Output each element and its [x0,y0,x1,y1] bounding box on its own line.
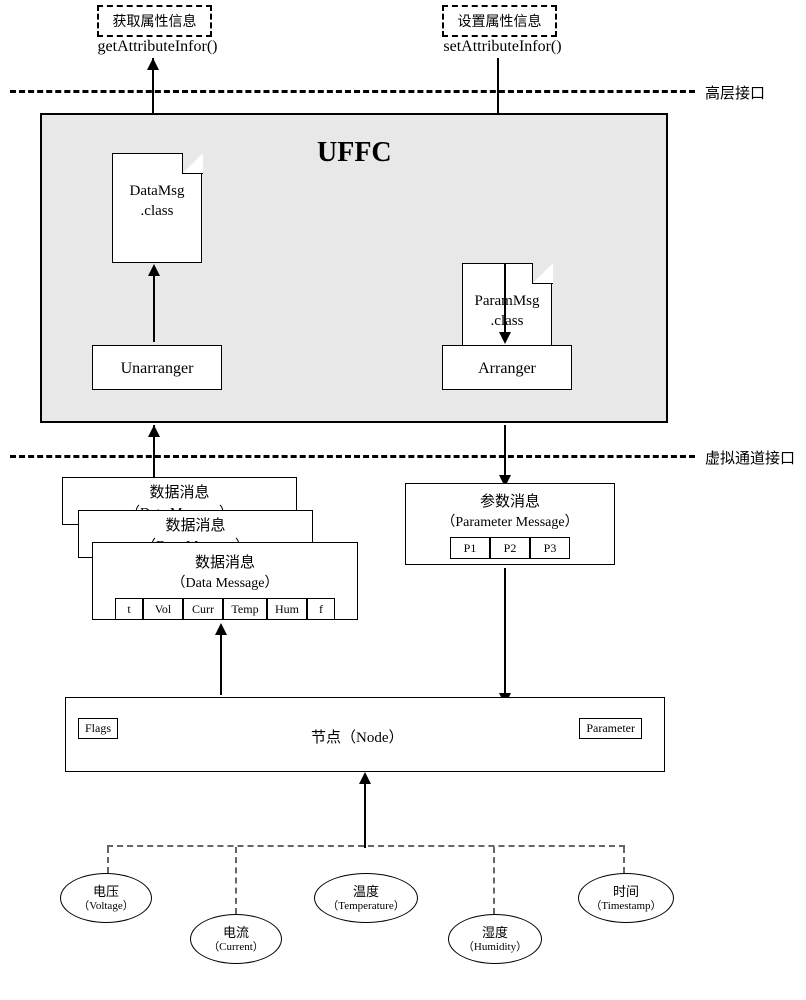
node-title: 节点（Node） [311,726,404,747]
field-p1: P1 [450,537,490,559]
sensor-connector-h [107,845,625,847]
uffc-container: UFFC DataMsg .class ParamMsg .class Unar… [40,113,668,423]
datamsg-doc: DataMsg .class [112,153,202,263]
high-interface-line [10,90,695,93]
field-p3: P3 [530,537,570,559]
get-attr-method: getAttributeInfor() [85,38,230,56]
field-f: f [307,598,335,620]
arrow-up-left [147,58,159,70]
parameter-box: Parameter [579,718,642,739]
set-attr-box: 设置属性信息 [442,5,557,37]
arrow-up-data [148,425,160,437]
arrow-sensors-node [359,772,371,784]
field-curr: Curr [183,598,223,620]
arrow-node-datamsg [215,623,227,635]
high-interface-label: 高层接口 [705,82,765,103]
sensor-current: 电流 （Current） [190,914,282,964]
flags-box: Flags [78,718,118,739]
uffc-title: UFFC [317,137,392,169]
field-hum: Hum [267,598,307,620]
set-attr-method: setAttributeInfor() [430,38,575,56]
data-msg-1: 数据消息 （Data Message） t Vol Curr Temp Hum … [92,542,358,620]
field-p2: P2 [490,537,530,559]
sensor-humidity: 湿度 （Humidity） [448,914,542,964]
field-t: t [115,598,143,620]
get-attr-box: 获取属性信息 [97,5,212,37]
arrow-parammsg-arranger [499,332,511,344]
virtual-interface-label: 虚拟通道接口 [705,447,795,468]
unarranger-box: Unarranger [92,345,222,390]
sensor-voltage: 电压 （Voltage） [60,873,152,923]
field-temp: Temp [223,598,267,620]
sensor-temperature: 温度 （Temperature） [314,873,418,923]
field-vol: Vol [143,598,183,620]
node-box: Flags 节点（Node） Parameter [65,697,665,772]
param-msg: 参数消息 （Parameter Message） P1 P2 P3 [405,483,615,565]
sensor-timestamp: 时间 （Timestamp） [578,873,674,923]
arranger-box: Arranger [442,345,572,390]
virtual-interface-line [10,455,695,458]
arrow-unarranger-datamsg [148,264,160,276]
